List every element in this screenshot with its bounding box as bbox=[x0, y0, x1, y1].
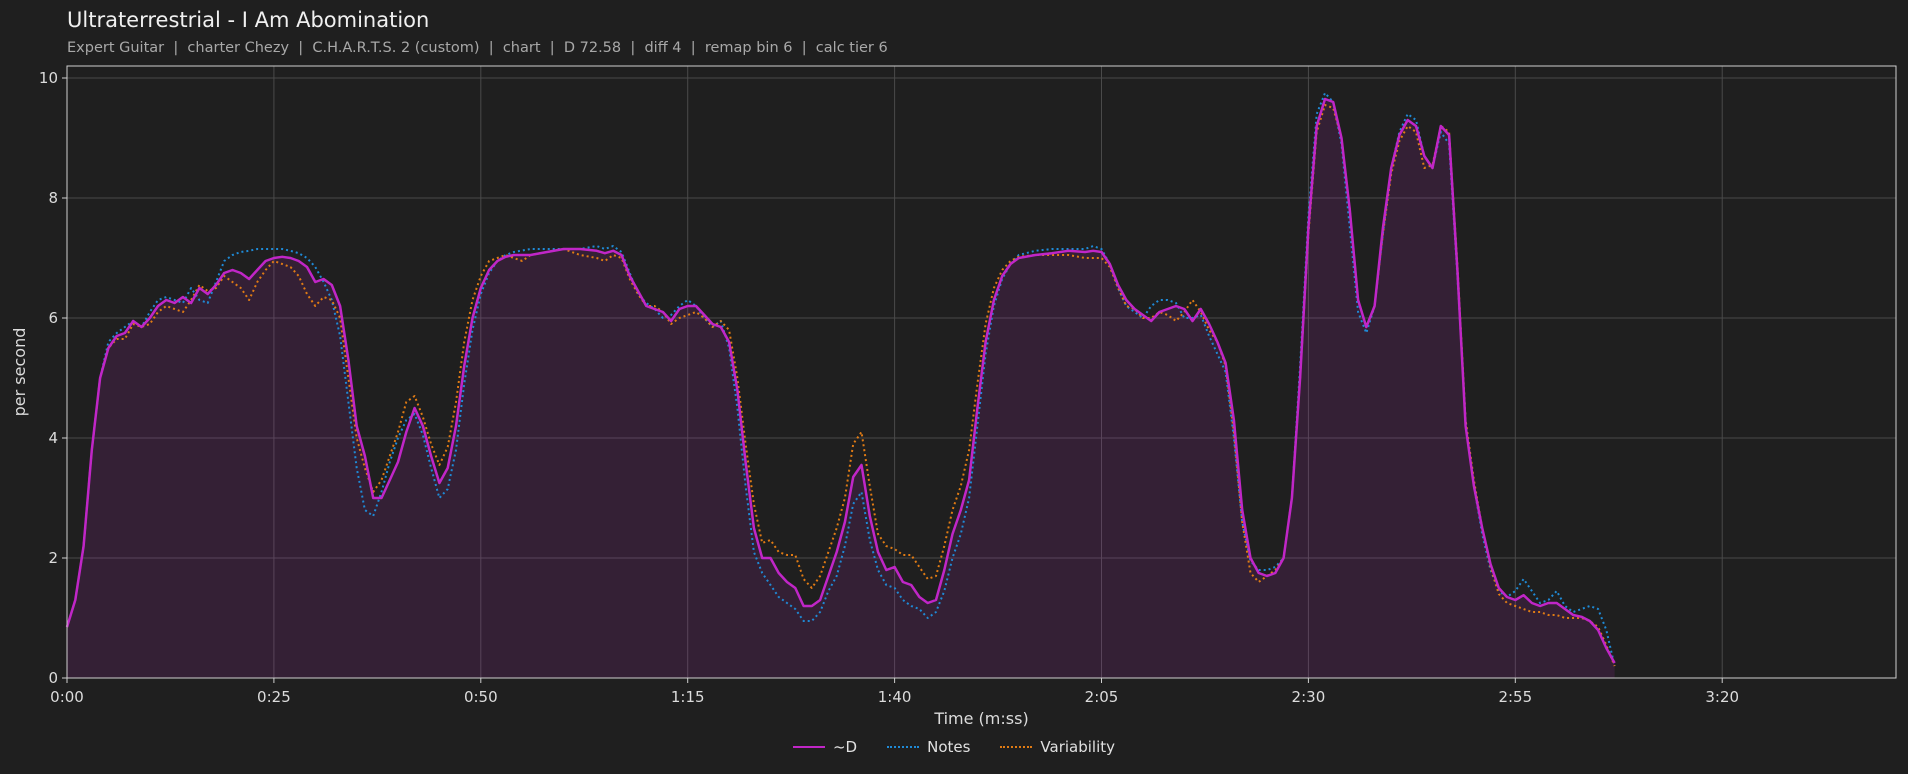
x-tick-label: 3:20 bbox=[1705, 688, 1739, 706]
legend-item-d: ~D bbox=[792, 738, 858, 756]
legend-label-d: ~D bbox=[832, 738, 858, 756]
x-tick-label: 0:25 bbox=[257, 688, 291, 706]
legend-label-variability: Variability bbox=[1040, 738, 1116, 756]
chart-svg: 0:00 0:25 0:50 1:15 1:40 2:05 2:30 2:55 3:20 0 2 4 6… bbox=[10, 65, 1897, 728]
x-tick-label: 2:55 bbox=[1498, 688, 1532, 706]
x-tick-label: 0:00 bbox=[50, 688, 84, 706]
x-tick-label: 1:15 bbox=[671, 688, 705, 706]
legend-item-variability: Variability bbox=[1000, 738, 1115, 756]
y-tick-label: 6 bbox=[48, 309, 58, 327]
y-tick-label: 2 bbox=[48, 549, 58, 567]
y-tick-label: 10 bbox=[39, 69, 58, 87]
y-tick-label: 8 bbox=[48, 189, 58, 207]
y-axis-label: per second bbox=[10, 328, 29, 417]
x-tick-label: 1:40 bbox=[878, 688, 912, 706]
legend-swatch-variability bbox=[1000, 746, 1033, 748]
legend-label-notes: Notes bbox=[927, 738, 971, 756]
x-tick-label: 2:05 bbox=[1085, 688, 1119, 706]
y-tick-label: 4 bbox=[48, 429, 58, 447]
x-tick-label: 0:50 bbox=[464, 688, 498, 706]
x-axis-label: Time (m:ss) bbox=[933, 709, 1028, 728]
legend-swatch-d bbox=[792, 746, 825, 748]
x-tick-label: 2:30 bbox=[1292, 688, 1326, 706]
legend: ~D Notes Variability bbox=[0, 736, 1908, 758]
y-tick-label: 0 bbox=[48, 669, 58, 687]
legend-item-notes: Notes bbox=[887, 738, 970, 756]
legend-swatch-notes bbox=[887, 746, 920, 748]
